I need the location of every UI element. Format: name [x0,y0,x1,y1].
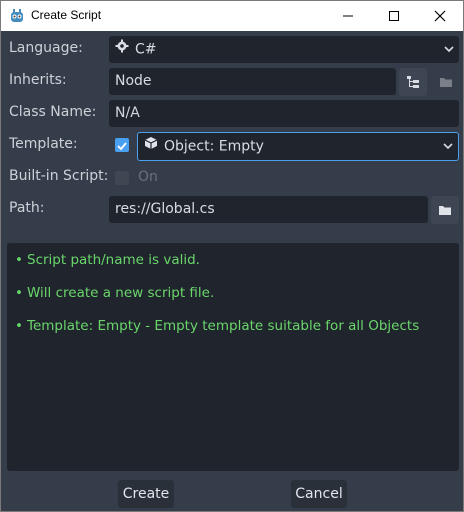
browse-path-button[interactable] [431,196,459,224]
title-bar[interactable]: Create Script [1,1,463,31]
status-message: • Script path/name is valid. [15,252,200,268]
dialog-content: Language: C# Inherits: Node Class Name: … [1,32,463,511]
builtin-label: Built-in Script: [9,168,109,184]
cube-icon [144,133,158,160]
close-button[interactable] [417,1,463,31]
browse-inherits-button[interactable] [432,68,460,96]
template-label: Template: [9,136,78,152]
close-icon [434,10,446,22]
class-name-label: Class Name: [9,104,97,120]
minimize-button[interactable] [325,1,371,31]
cancel-button[interactable]: Cancel [291,480,347,508]
maximize-icon [389,11,399,21]
path-value: res://Global.cs [115,201,215,217]
create-script-dialog: Create Script Language: C# Inherits: Nod… [0,0,464,512]
language-select[interactable]: C# [109,36,459,63]
inherits-label: Inherits: [9,72,67,88]
template-value: Object: Empty [164,138,264,155]
class-tree-icon [407,76,419,88]
path-field[interactable]: res://Global.cs [109,196,428,223]
maximize-button[interactable] [371,1,417,31]
select-class-button[interactable] [399,68,427,96]
minimize-icon [343,15,353,17]
inherits-value: Node [115,73,152,89]
inherits-field[interactable]: Node [109,68,396,95]
checkmark-icon [117,142,127,151]
create-button[interactable]: Create [118,480,174,508]
status-panel: • Script path/name is valid. • Will create… [7,243,459,471]
chevron-down-icon [442,133,454,170]
class-name-value: N/A [115,105,140,121]
folder-icon [439,206,451,215]
folder-icon [440,78,452,87]
class-name-field[interactable]: N/A [109,100,459,127]
builtin-on-label: On [138,169,158,185]
status-message: • Template: Empty - Empty template suitab… [15,318,420,334]
godot-icon [9,8,25,24]
status-message: • Will create a new script file. [15,285,215,301]
gear-icon [115,36,129,63]
language-value: C# [135,41,157,58]
builtin-checkbox[interactable] [115,171,129,185]
template-checkbox[interactable] [115,138,129,152]
path-label: Path: [9,200,45,216]
template-select[interactable]: Object: Empty [137,132,459,161]
language-label: Language: [9,40,83,56]
window-title: Create Script [31,8,102,22]
